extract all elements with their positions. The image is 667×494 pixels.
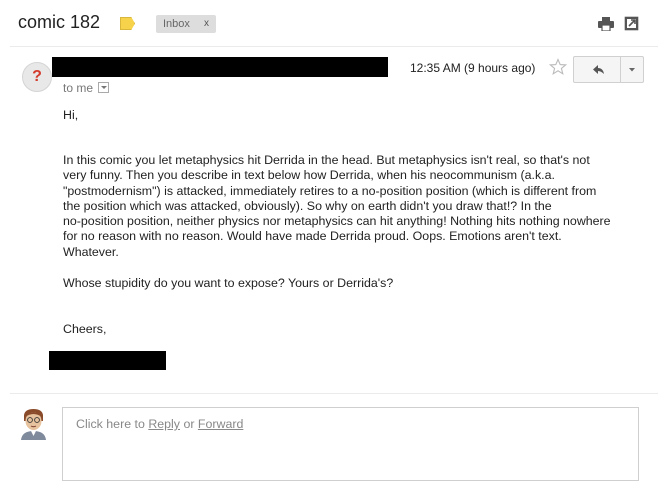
- more-actions-button[interactable]: [620, 56, 644, 83]
- message-timestamp: 12:35 AM (9 hours ago): [410, 61, 536, 75]
- paragraph-line: no-position position, neither physics no…: [63, 214, 611, 229]
- paragraph-line: In this comic you let metaphysics hit De…: [63, 153, 590, 167]
- reply-arrow-icon: [593, 65, 604, 74]
- paragraph-line: for no reason with no reason. Would have…: [63, 229, 562, 244]
- label-tag-icon[interactable]: [120, 17, 135, 30]
- greeting-line: Hi,: [63, 108, 79, 122]
- recipient-line: to me: [63, 81, 110, 95]
- paragraph-line: "postmodernism") is attacked, immediatel…: [63, 183, 597, 198]
- inbox-label-chip[interactable]: Inbox x: [156, 15, 216, 33]
- sender-avatar[interactable]: ?: [22, 62, 52, 92]
- email-subject: comic 182: [18, 12, 101, 32]
- paragraph-line: very funny. Then you describe in text be…: [63, 168, 555, 183]
- star-icon[interactable]: [549, 58, 567, 76]
- reply-link[interactable]: Reply: [148, 417, 180, 431]
- question-line: Whose stupidity do you want to expose? Y…: [63, 276, 394, 290]
- remove-label-button[interactable]: x: [204, 15, 209, 33]
- user-avatar[interactable]: [18, 407, 49, 440]
- sender-name-redacted: [52, 57, 388, 77]
- forward-link[interactable]: Forward: [198, 417, 243, 431]
- signoff-line: Cheers,: [63, 322, 107, 336]
- show-details-toggle[interactable]: [98, 82, 110, 93]
- header-divider: [10, 46, 658, 47]
- reply-box[interactable]: Click here to Reply or Forward: [62, 407, 639, 481]
- reply-prompt: Click here to Reply or Forward: [76, 417, 243, 431]
- new-window-icon[interactable]: [624, 16, 639, 31]
- reply-prompt-joiner: or: [180, 417, 198, 431]
- print-icon[interactable]: [598, 17, 614, 31]
- chevron-down-icon: [629, 68, 635, 72]
- reply-button[interactable]: [573, 56, 621, 83]
- paragraph-line: the position which was attacked, obvious…: [63, 198, 552, 213]
- recipient-text: to me: [63, 81, 94, 95]
- signature-redacted: [49, 351, 166, 370]
- inbox-label-text: Inbox: [163, 18, 190, 30]
- paragraph-line: Whatever.: [63, 244, 119, 259]
- reply-prompt-prefix: Click here to: [76, 417, 149, 431]
- footer-divider: [10, 393, 658, 394]
- message-paragraph: In this comic you let metaphysics hit De…: [63, 153, 643, 260]
